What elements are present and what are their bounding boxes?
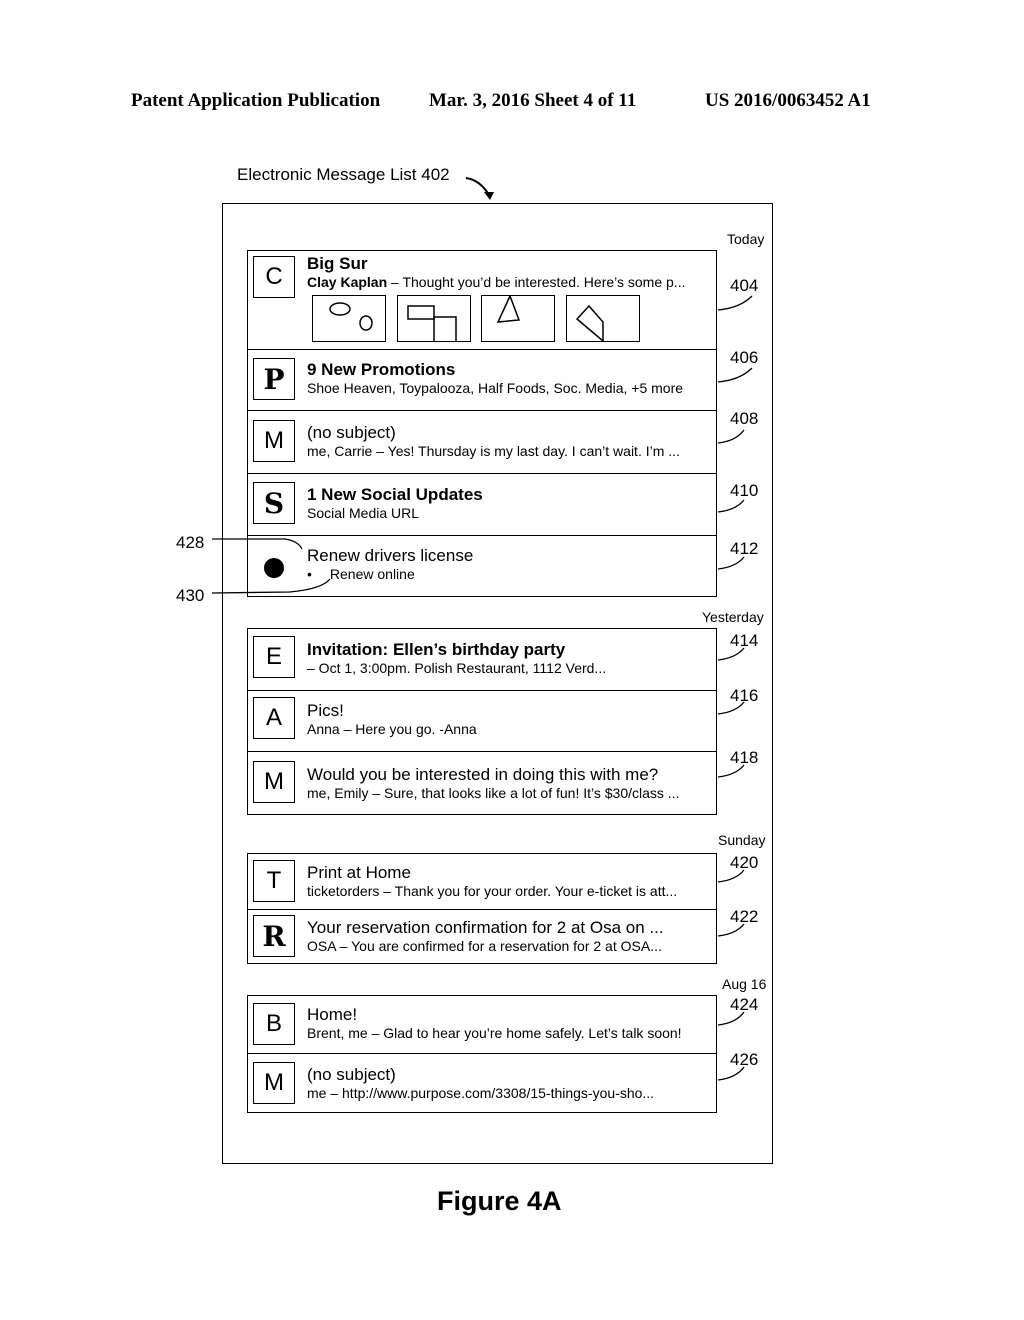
message-preview: Anna – Here you go. -Anna [307,721,477,737]
date-header-yesterday: Yesterday [702,609,764,625]
message-subject: (no subject) [307,1065,396,1084]
ovals-icon [329,302,373,331]
avatar: B [253,1003,295,1045]
rectangles-image-thumbnail[interactable] [397,295,471,342]
ref-410: 410 [730,481,759,500]
triangle-image-thumbnail[interactable] [481,294,555,342]
avatar: M [253,1062,295,1104]
ref-418: 418 [730,748,759,767]
message-item[interactable]: C Big Sur Clay Kaplan – Thought you’d be… [248,251,716,350]
message-item[interactable]: P 9 New Promotions Shoe Heaven, Toypaloo… [248,349,716,411]
message-group-aug-16: B Home! Brent, me – Glad to hear you’re … [247,995,717,1113]
message-group-sunday: T Print at Home ticketorders – Thank you… [247,853,717,964]
triangle-icon [496,294,521,323]
message-item[interactable]: E Invitation: Ellen’s birthday party – O… [248,629,716,691]
ref-406: 406 [730,348,759,367]
date-sheet-label: Mar. 3, 2016 Sheet 4 of 11 [429,90,637,111]
ref-424: 424 [730,995,759,1014]
avatar: T [253,860,295,902]
message-item[interactable]: T Print at Home ticketorders – Thank you… [248,854,716,910]
reservation-icon: R [253,915,295,957]
promotions-icon: P [253,358,295,400]
message-item[interactable]: B Home! Brent, me – Glad to hear you’re … [248,996,716,1054]
ref-426: 426 [730,1050,759,1069]
ref-412: 412 [730,539,759,558]
message-subject: Your reservation confirmation for 2 at O… [307,918,664,937]
ref-414: 414 [730,631,759,650]
message-preview: Social Media URL [307,505,420,521]
message-item[interactable]: M (no subject) me, Carrie – Yes! Thursda… [248,410,716,474]
message-item[interactable]: M Would you be interested in doing this … [248,751,716,814]
message-snippet: – Thought you’d be interested. Here’s so… [387,274,686,290]
message-list-title: Electronic Message List 402 [237,165,450,184]
task-item[interactable]: Renew drivers license • Renew online [248,535,716,596]
message-subject: (no subject) [307,423,396,442]
task-title: Renew drivers license [307,546,474,565]
ref-430: 430 [176,586,205,605]
message-preview: Shoe Heaven, Toypalooza, Half Foods, Soc… [307,380,684,396]
polygon-icon [575,304,604,342]
message-subject: Print at Home [307,863,411,882]
avatar: M [253,761,295,803]
patent-number: US 2016/0063452 A1 [705,90,871,111]
message-group-yesterday: E Invitation: Ellen’s birthday party – O… [247,628,717,815]
message-preview: ticketorders – Thank you for your order.… [307,883,678,899]
publication-label: Patent Application Publication [131,90,381,111]
message-preview: Clay Kaplan – Thought you’d be intereste… [307,274,685,290]
figure-caption: Figure 4A [437,1186,562,1216]
message-item[interactable]: R Your reservation confirmation for 2 at… [248,909,716,963]
message-subject: Pics! [307,701,344,720]
message-preview: me, Carrie – Yes! Thursday is my last da… [307,443,680,459]
message-group-today: C Big Sur Clay Kaplan – Thought you’d be… [247,250,717,597]
message-item[interactable]: S 1 New Social Updates Social Media URL [248,473,716,536]
ref-404: 404 [730,276,759,295]
list-title-arrow [465,177,490,196]
message-preview: OSA – You are confirmed for a reservatio… [307,938,662,954]
message-preview: me, Emily – Sure, that looks like a lot … [307,785,680,801]
arrowhead-icon [484,192,494,200]
avatar: C [253,256,295,298]
ref-420: 420 [730,853,759,872]
message-sender: Clay Kaplan [307,274,388,290]
message-subject: Big Sur [307,254,368,273]
social-icon: S [253,482,295,524]
message-preview: Brent, me – Glad to hear you’re home saf… [307,1025,682,1041]
message-subject: Home! [307,1005,358,1024]
ref-428: 428 [176,533,205,552]
subtask-label: Renew online [329,566,415,582]
bullet-icon: • [307,566,312,582]
message-preview: – Oct 1, 3:00pm. Polish Restaurant, 1112… [307,660,607,676]
rectangles-icon [407,305,457,341]
message-subject: Invitation: Ellen’s birthday party [307,640,566,659]
ref-416: 416 [730,686,759,705]
ref-408: 408 [730,409,759,428]
polygon-image-thumbnail[interactable] [566,295,640,342]
message-item[interactable]: M (no subject) me – http://www.purpose.c… [248,1053,716,1112]
message-subject: Would you be interested in doing this wi… [307,765,659,784]
message-subject: 9 New Promotions [307,360,456,379]
avatar: M [253,420,295,462]
message-preview: me – http://www.purpose.com/3308/15-thin… [307,1085,655,1101]
avatar: A [253,697,295,739]
date-header-today: Today [727,231,765,247]
ovals-image-thumbnail[interactable] [312,295,386,342]
message-subject: 1 New Social Updates [307,485,483,504]
message-item[interactable]: A Pics! Anna – Here you go. -Anna [248,690,716,752]
ref-422: 422 [730,907,759,926]
task-dot-icon [264,558,284,578]
date-header-aug-16: Aug 16 [722,976,767,992]
date-header-sunday: Sunday [718,832,766,848]
avatar: E [253,636,295,678]
subtask[interactable]: • Renew online [307,566,415,582]
